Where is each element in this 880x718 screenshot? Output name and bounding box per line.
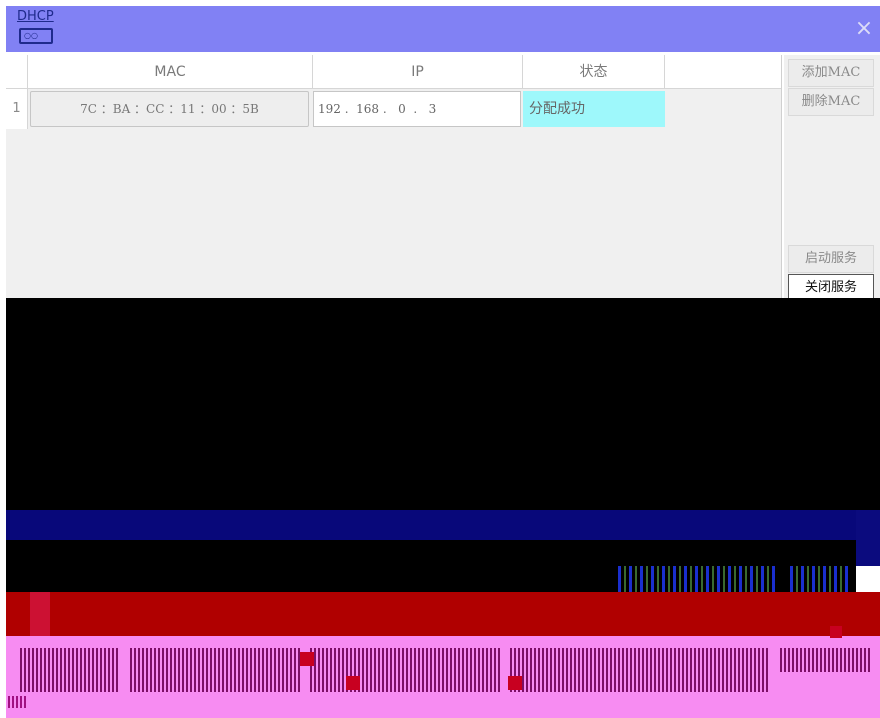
column-header-ip[interactable]: IP bbox=[313, 55, 523, 89]
column-header-mac[interactable]: MAC bbox=[28, 55, 313, 89]
render-artifact-red bbox=[6, 592, 880, 636]
add-mac-button[interactable]: 添加MAC bbox=[788, 59, 874, 87]
render-artifact-stripes bbox=[310, 648, 500, 692]
render-artifact-red-block bbox=[508, 676, 522, 690]
device-box-icon: ○○ bbox=[19, 28, 53, 44]
close-button[interactable]: × bbox=[852, 14, 876, 44]
render-artifact-red-block bbox=[300, 652, 314, 666]
render-artifact-red-block bbox=[830, 626, 842, 638]
render-artifact-stripes bbox=[510, 648, 770, 692]
ip-address-input[interactable]: 192 . 168 . 0 . 3 bbox=[313, 91, 521, 127]
render-artifact-stripes bbox=[20, 648, 120, 692]
render-artifact-red-mark bbox=[30, 592, 50, 636]
device-dots-icon: ○○ bbox=[24, 31, 38, 40]
render-artifact-red-block bbox=[346, 676, 360, 690]
delete-mac-button[interactable]: 删除MAC bbox=[788, 88, 874, 116]
render-artifact-noise bbox=[790, 566, 850, 592]
mac-ip-table: MAC IP 状态 1 7C ：BA ：CC ：11 ：00 ：5B 192 .… bbox=[6, 55, 782, 298]
render-artifact-stripes bbox=[8, 696, 28, 708]
dhcp-icon-label: DHCP bbox=[17, 9, 54, 24]
status-cell: 分配成功 bbox=[523, 91, 665, 127]
render-artifact-noise bbox=[618, 566, 778, 592]
action-panel: 添加MAC 删除MAC 启动服务 关闭服务 bbox=[784, 55, 880, 302]
start-service-button[interactable]: 启动服务 bbox=[788, 245, 874, 273]
title-bar: DHCP ○○ × bbox=[6, 6, 880, 52]
render-artifact-stripes bbox=[130, 648, 300, 692]
column-header-empty bbox=[665, 55, 781, 89]
render-artifact-black bbox=[6, 298, 880, 510]
render-artifact-blue-edge bbox=[856, 510, 880, 566]
mac-address-input[interactable]: 7C ：BA ：CC ：11 ：00 ：5B bbox=[30, 91, 309, 127]
column-header-status[interactable]: 状态 bbox=[523, 55, 665, 89]
table-corner bbox=[6, 55, 28, 89]
dhcp-icon: DHCP ○○ bbox=[16, 9, 58, 49]
render-artifact-blue bbox=[6, 510, 856, 540]
row-number: 1 bbox=[6, 89, 28, 129]
dhcp-window: DHCP ○○ × MAC IP 状态 1 7C ：BA ：CC ：11 ：00… bbox=[0, 0, 880, 718]
table-row[interactable]: 1 7C ：BA ：CC ：11 ：00 ：5B 192 . 168 . 0 .… bbox=[6, 89, 781, 129]
render-artifact-stripes bbox=[780, 648, 870, 672]
